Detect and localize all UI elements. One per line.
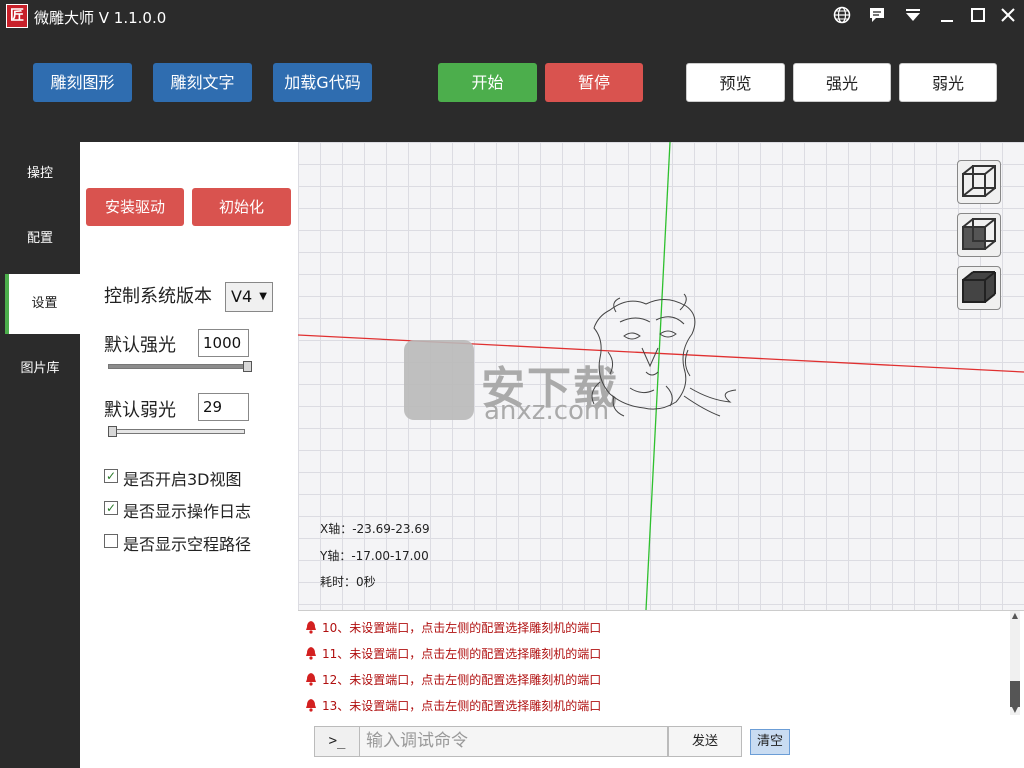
send-button[interactable]: 发送	[668, 726, 742, 757]
operation-log: 10、未设置端口，点击左侧的配置选择雕刻机的端口 11、未设置端口，点击左侧的配…	[298, 610, 1024, 720]
cube-wireframe-icon	[962, 165, 996, 197]
bell-icon	[306, 647, 316, 660]
command-prompt: >_	[314, 726, 360, 757]
message-icon[interactable]	[866, 6, 888, 28]
default-weak-input[interactable]: 29	[198, 393, 249, 421]
view-wireframe-button[interactable]	[957, 160, 1001, 204]
app-window: 匠 微雕大师 V 1.1.0.0 雕刻图形 雕刻文字 加载G代码 开始 暂停 预…	[0, 0, 1024, 768]
globe-icon[interactable]	[831, 6, 853, 28]
nav-item-image-library[interactable]: 图片库	[0, 339, 80, 399]
cube-solid-icon	[962, 271, 996, 303]
side-nav: 操控 配置 设置 图片库	[0, 142, 80, 768]
option-3d-view-label: 是否开启3D视图	[123, 470, 242, 489]
log-scroll-thumb[interactable]	[1010, 681, 1020, 707]
command-input[interactable]: 输入调试命令	[360, 726, 668, 757]
default-strong-thumb[interactable]	[243, 361, 252, 372]
app-logo: 匠	[6, 4, 28, 28]
minimize-icon[interactable]	[936, 6, 958, 28]
cube-half-solid-icon	[962, 218, 996, 250]
engrave-text-button[interactable]: 雕刻文字	[153, 63, 252, 102]
log-entry-text: 11、未设置端口，点击左侧的配置选择雕刻机的端口	[322, 647, 602, 661]
log-entry-text: 12、未设置端口，点击左侧的配置选择雕刻机的端口	[322, 673, 602, 687]
control-version-value: V4	[231, 287, 253, 306]
log-scrollbar[interactable]: ▲ ▼	[1010, 611, 1020, 715]
default-weak-slider[interactable]	[107, 426, 245, 437]
control-version-label: 控制系统版本	[104, 286, 212, 307]
default-strong-fill	[109, 365, 248, 368]
log-entry-text: 10、未设置端口，点击左侧的配置选择雕刻机的端口	[322, 621, 602, 635]
checkmark-icon: ✓	[105, 501, 117, 515]
close-icon[interactable]	[997, 6, 1019, 28]
load-gcode-button[interactable]: 加载G代码	[273, 63, 372, 102]
preview-button[interactable]: 预览	[686, 63, 785, 102]
y-axis-readout: Y轴：-17.00-17.00	[320, 549, 429, 563]
scroll-down-icon[interactable]: ▼	[1010, 705, 1020, 715]
3d-viewport[interactable]: 安下载 anxz.com X轴：-23.69-23.69 Y轴：-17.00-1…	[298, 142, 1024, 610]
checkmark-icon: ✓	[105, 469, 117, 483]
install-driver-button[interactable]: 安装驱动	[86, 188, 184, 226]
log-entry-text: 13、未设置端口，点击左侧的配置选择雕刻机的端口	[322, 699, 602, 713]
command-bar: >_ 输入调试命令 发送 清空	[298, 720, 1024, 768]
default-weak-label: 默认弱光	[104, 400, 176, 421]
option-empty-path-checkbox[interactable]	[104, 534, 118, 548]
log-entry: 11、未设置端口，点击左侧的配置选择雕刻机的端口	[304, 643, 601, 665]
maximize-icon[interactable]	[967, 6, 989, 28]
nav-item-config[interactable]: 配置	[0, 209, 80, 269]
x-axis-readout: X轴：-23.69-23.69	[320, 522, 430, 536]
log-entry: 10、未设置端口，点击左侧的配置选择雕刻机的端口	[304, 617, 601, 639]
default-strong-label: 默认强光	[104, 335, 176, 356]
app-title: 微雕大师 V 1.1.0.0	[34, 9, 167, 27]
log-entry: 13、未设置端口，点击左侧的配置选择雕刻机的端口	[304, 695, 601, 717]
default-strong-slider[interactable]	[108, 361, 252, 372]
option-empty-path-label: 是否显示空程路径	[123, 535, 252, 554]
option-show-log-label: 是否显示操作日志	[123, 502, 252, 521]
option-3d-view-checkbox[interactable]: ✓	[104, 469, 118, 483]
option-show-log-checkbox[interactable]: ✓	[104, 501, 118, 515]
default-weak-thumb[interactable]	[107, 426, 117, 437]
log-entry: 12、未设置端口，点击左侧的配置选择雕刻机的端口	[304, 669, 601, 691]
chevron-down-icon: ▼	[259, 291, 267, 302]
watermark-logo	[404, 340, 474, 420]
strong-light-button[interactable]: 强光	[793, 63, 891, 102]
engraving-preview	[591, 293, 737, 417]
elapsed-readout: 耗时：0秒	[320, 575, 376, 589]
nav-item-control[interactable]: 操控	[0, 144, 80, 204]
pause-button[interactable]: 暂停	[545, 63, 643, 102]
clear-button[interactable]: 清空	[750, 729, 790, 755]
bell-icon	[306, 673, 316, 686]
view-solid-button[interactable]	[957, 266, 1001, 310]
control-version-select[interactable]: V4 ▼	[225, 282, 273, 312]
view-half-solid-button[interactable]	[957, 213, 1001, 257]
title-bar: 匠 微雕大师 V 1.1.0.0	[0, 0, 1024, 34]
bell-icon	[306, 699, 316, 712]
default-strong-input[interactable]: 1000	[198, 329, 249, 357]
dropdown-icon[interactable]	[902, 6, 924, 28]
nav-item-settings[interactable]: 设置	[5, 274, 80, 334]
initialize-button[interactable]: 初始化	[192, 188, 291, 226]
scroll-up-icon[interactable]: ▲	[1010, 611, 1020, 621]
engrave-shape-button[interactable]: 雕刻图形	[33, 63, 132, 102]
start-button[interactable]: 开始	[438, 63, 537, 102]
bell-icon	[306, 621, 316, 634]
settings-panel: 安装驱动 初始化 控制系统版本 V4 ▼ 默认强光 1000 默认弱光 29 ✓…	[80, 142, 298, 768]
weak-light-button[interactable]: 弱光	[899, 63, 997, 102]
